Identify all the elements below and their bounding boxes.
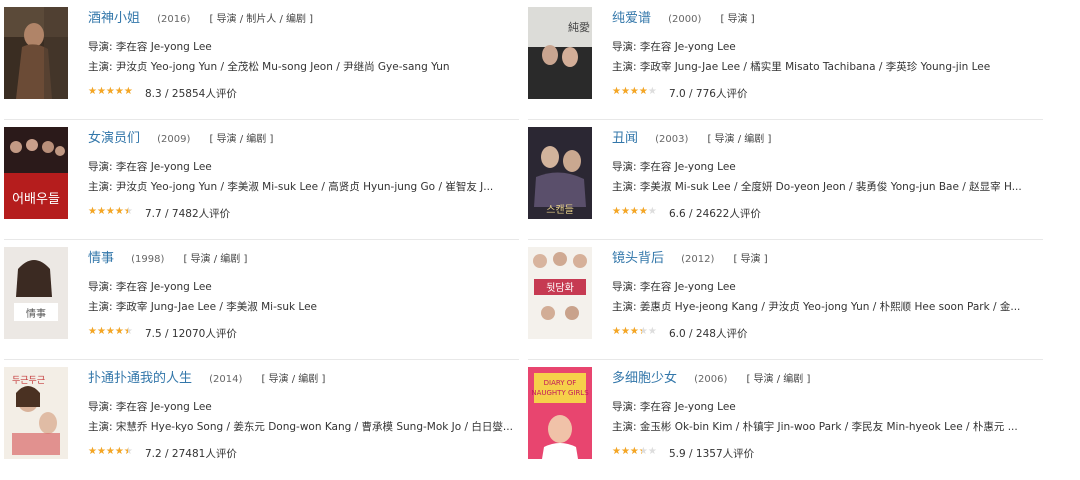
film-title-link[interactable]: 情事 — [88, 251, 114, 266]
star-rating-icon: ★★★★★★★★★★ — [88, 206, 133, 217]
film-roles: [ 导演 / 编剧 ] — [261, 374, 326, 385]
film-cast: 主演: 尹汝贞 Yeo-jong Yun / 李美淑 Mi-suk Lee / … — [88, 181, 494, 193]
svg-text:純愛: 純愛 — [568, 21, 590, 34]
film-roles: [ 导演 / 编剧 ] — [746, 374, 811, 385]
film-item: 뒷담화 镜头背后 (2012) [ 导演 ] 导演: 李在容 Je-yong L… — [528, 240, 1043, 360]
film-director: 导演: 李在容 Je-yong Lee — [88, 41, 212, 53]
rating-text: 7.2 / 27481人评价 — [145, 448, 237, 460]
film-director: 导演: 李在容 Je-yong Lee — [88, 281, 212, 293]
rating-text: 7.5 / 12070人评价 — [145, 328, 237, 340]
film-cast: 主演: 李美淑 Mi-suk Lee / 全度妍 Do-yeon Jeon / … — [612, 181, 1022, 193]
film-poster[interactable]: 스캔들 — [528, 127, 592, 219]
film-year: (1998) — [131, 254, 165, 265]
film-poster[interactable] — [4, 7, 68, 99]
svg-text:두근두근: 두근두근 — [12, 375, 45, 386]
film-poster[interactable]: 두근두근 — [4, 367, 68, 459]
film-info: 丑闻 (2003) [ 导演 / 编剧 ] 导演: 李在容 Je-yong Le… — [612, 126, 1043, 223]
film-year: (2006) — [694, 374, 728, 385]
film-cast: 主演: 李政宰 Jung-Jae Lee / 李美淑 Mi-suk Lee — [88, 301, 318, 313]
film-title-link[interactable]: 纯爱谱 — [612, 11, 651, 26]
film-poster[interactable]: 情事 — [4, 247, 68, 339]
rating-text: 8.3 / 25854人评价 — [145, 88, 237, 100]
film-cast: 主演: 金玉彬 Ok-bin Kim / 朴镇宇 Jin-woo Park / … — [612, 421, 1018, 433]
svg-text:어배우들: 어배우들 — [12, 192, 60, 207]
svg-text:NAUGHTY GIRLS: NAUGHTY GIRLS — [531, 389, 589, 397]
film-roles: [ 导演 ] — [733, 254, 768, 265]
star-rating-icon: ★★★★★★★★★★ — [612, 446, 657, 457]
star-rating-icon: ★★★★★★★★★★ — [88, 86, 133, 97]
film-director: 导演: 李在容 Je-yong Lee — [612, 401, 736, 413]
film-title-link[interactable]: 女演员们 — [88, 131, 140, 146]
film-title-link[interactable]: 扑通扑通我的人生 — [88, 371, 192, 386]
film-rating: ★★★★★★★★★★ 7.7 / 7482人评价 — [88, 205, 519, 223]
film-director: 导演: 李在容 Je-yong Lee — [612, 281, 736, 293]
film-roles: [ 导演 / 编剧 ] — [209, 134, 274, 145]
film-cast: 主演: 李政宰 Jung-Jae Lee / 橘实里 Misato Tachib… — [612, 61, 991, 73]
svg-text:情事: 情事 — [26, 307, 46, 320]
film-year: (2000) — [668, 14, 702, 25]
film-rating: ★★★★★★★★★★ 6.0 / 248人评价 — [612, 325, 1043, 343]
film-title-link[interactable]: 丑闻 — [612, 131, 638, 146]
rating-text: 6.0 / 248人评价 — [669, 328, 748, 340]
film-cast: 主演: 宋慧乔 Hye-kyo Song / 姜东元 Dong-won Kang… — [88, 421, 513, 433]
film-info: 镜头背后 (2012) [ 导演 ] 导演: 李在容 Je-yong Lee 主… — [612, 246, 1043, 343]
star-rating-icon: ★★★★★★★★★★ — [88, 326, 133, 337]
svg-text:스캔들: 스캔들 — [546, 204, 574, 216]
film-poster[interactable]: 뒷담화 — [528, 247, 592, 339]
star-rating-icon: ★★★★★★★★★★ — [612, 86, 657, 97]
film-roles: [ 导演 ] — [720, 14, 755, 25]
film-item: 어배우들 女演员们 (2009) [ 导演 / 编剧 ] 导演: 李在容 Je-… — [4, 120, 519, 240]
rating-text: 7.7 / 7482人评价 — [145, 208, 231, 220]
rating-text: 5.9 / 1357人评价 — [669, 448, 755, 460]
film-title-link[interactable]: 镜头背后 — [612, 251, 664, 266]
rating-text: 6.6 / 24622人评价 — [669, 208, 761, 220]
film-title-link[interactable]: 酒神小姐 — [88, 11, 140, 26]
film-year: (2014) — [209, 374, 243, 385]
film-roles: [ 导演 / 编剧 ] — [183, 254, 248, 265]
film-cast: 主演: 尹汝贞 Yeo-jong Yun / 全茂松 Mu-song Jeon … — [88, 61, 450, 73]
film-year: (2009) — [157, 134, 191, 145]
film-poster[interactable]: DIARY OF NAUGHTY GIRLS — [528, 367, 592, 459]
film-info: 女演员们 (2009) [ 导演 / 编剧 ] 导演: 李在容 Je-yong … — [88, 126, 519, 223]
film-info: 纯爱谱 (2000) [ 导演 ] 导演: 李在容 Je-yong Lee 主演… — [612, 6, 1043, 103]
film-roles: [ 导演 / 制片人 / 编剧 ] — [209, 14, 314, 25]
film-item: 純愛 纯爱谱 (2000) [ 导演 ] 导演: 李在容 Je-yong Lee… — [528, 0, 1043, 120]
film-info: 酒神小姐 (2016) [ 导演 / 制片人 / 编剧 ] 导演: 李在容 Je… — [88, 6, 519, 103]
film-year: (2003) — [655, 134, 689, 145]
film-item: 酒神小姐 (2016) [ 导演 / 制片人 / 编剧 ] 导演: 李在容 Je… — [4, 0, 519, 120]
film-year: (2012) — [681, 254, 715, 265]
film-cast: 主演: 姜惠贞 Hye-jeong Kang / 尹汝贞 Yeo-jong Yu… — [612, 301, 1021, 313]
star-rating-icon: ★★★★★★★★★★ — [88, 446, 133, 457]
film-rating: ★★★★★★★★★★ 5.9 / 1357人评价 — [612, 445, 1043, 463]
film-info: 扑通扑通我的人生 (2014) [ 导演 / 编剧 ] 导演: 李在容 Je-y… — [88, 366, 519, 463]
film-director: 导演: 李在容 Je-yong Lee — [612, 161, 736, 173]
film-rating: ★★★★★★★★★★ 7.0 / 776人评价 — [612, 85, 1043, 103]
film-column-right: 純愛 纯爱谱 (2000) [ 导演 ] 导演: 李在容 Je-yong Lee… — [528, 0, 1043, 480]
film-director: 导演: 李在容 Je-yong Lee — [88, 401, 212, 413]
svg-text:DIARY OF: DIARY OF — [544, 379, 577, 387]
star-rating-icon: ★★★★★★★★★★ — [612, 206, 657, 217]
film-rating: ★★★★★ ★★★★★ 8.3 / 25854人评价 — [88, 85, 519, 103]
film-poster[interactable]: 어배우들 — [4, 127, 68, 219]
film-item: DIARY OF NAUGHTY GIRLS 多细胞少女 (2006) [ 导演… — [528, 360, 1043, 480]
film-roles: [ 导演 / 编剧 ] — [707, 134, 772, 145]
film-poster[interactable]: 純愛 — [528, 7, 592, 99]
star-rating-icon: ★★★★★★★★★★ — [612, 326, 657, 337]
svg-text:뒷담화: 뒷담화 — [546, 281, 574, 294]
film-year: (2016) — [157, 14, 191, 25]
film-column-left: 酒神小姐 (2016) [ 导演 / 制片人 / 编剧 ] 导演: 李在容 Je… — [4, 0, 519, 480]
film-item: 情事 情事 (1998) [ 导演 / 编剧 ] 导演: 李在容 Je-yong… — [4, 240, 519, 360]
film-info: 多细胞少女 (2006) [ 导演 / 编剧 ] 导演: 李在容 Je-yong… — [612, 366, 1043, 463]
film-info: 情事 (1998) [ 导演 / 编剧 ] 导演: 李在容 Je-yong Le… — [88, 246, 519, 343]
film-rating: ★★★★★★★★★★ 7.5 / 12070人评价 — [88, 325, 519, 343]
film-rating: ★★★★★★★★★★ 7.2 / 27481人评价 — [88, 445, 519, 463]
rating-text: 7.0 / 776人评价 — [669, 88, 748, 100]
film-director: 导演: 李在容 Je-yong Lee — [612, 41, 736, 53]
film-item: 두근두근 扑通扑通我的人生 (2014) [ 导演 / 编剧 ] 导演: 李在容… — [4, 360, 519, 480]
film-item: 스캔들 丑闻 (2003) [ 导演 / 编剧 ] 导演: 李在容 Je-yon… — [528, 120, 1043, 240]
film-director: 导演: 李在容 Je-yong Lee — [88, 161, 212, 173]
film-rating: ★★★★★★★★★★ 6.6 / 24622人评价 — [612, 205, 1043, 223]
film-title-link[interactable]: 多细胞少女 — [612, 371, 677, 386]
